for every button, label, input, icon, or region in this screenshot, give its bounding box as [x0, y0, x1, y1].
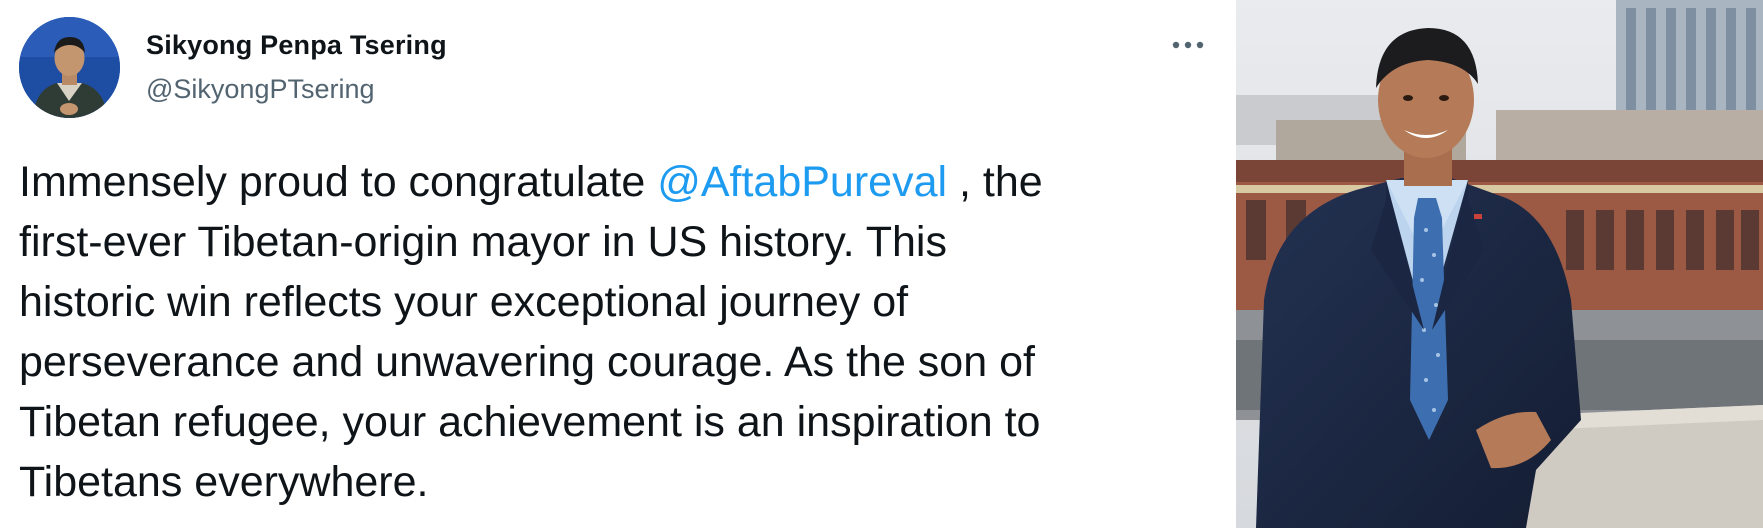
- author-display-name[interactable]: Sikyong Penpa Tsering: [146, 30, 447, 61]
- more-horizontal-icon: [1172, 41, 1204, 49]
- attached-photo[interactable]: [1236, 0, 1763, 528]
- tweet-text-line: historic win reflects your exceptional j…: [19, 278, 909, 326]
- author-avatar[interactable]: [19, 17, 120, 118]
- tweet-text-line: perseverance and unwavering courage. As …: [19, 338, 1035, 386]
- tweet-text-line: Tibetan refugee, your achievement is an …: [19, 398, 1041, 446]
- tweet-text-line: first-ever Tibetan-origin mayor in US hi…: [19, 218, 947, 266]
- more-options-button[interactable]: [1168, 30, 1208, 60]
- tweet-card: Sikyong Penpa Tsering @SikyongPTsering I…: [0, 0, 1232, 528]
- author-handle[interactable]: @SikyongPTsering: [146, 74, 375, 105]
- tweet-text-line: Immensely proud to congratulate @AftabPu…: [19, 152, 1219, 212]
- tweet-text-line: Tibetans everywhere.: [19, 458, 429, 506]
- tweet-text: Immensely proud to congratulate @AftabPu…: [19, 152, 1219, 512]
- tweet-text-segment: , the: [947, 158, 1043, 206]
- tweet-text-segment: Immensely proud to congratulate: [19, 158, 658, 206]
- mention-link[interactable]: @AftabPureval: [657, 158, 947, 206]
